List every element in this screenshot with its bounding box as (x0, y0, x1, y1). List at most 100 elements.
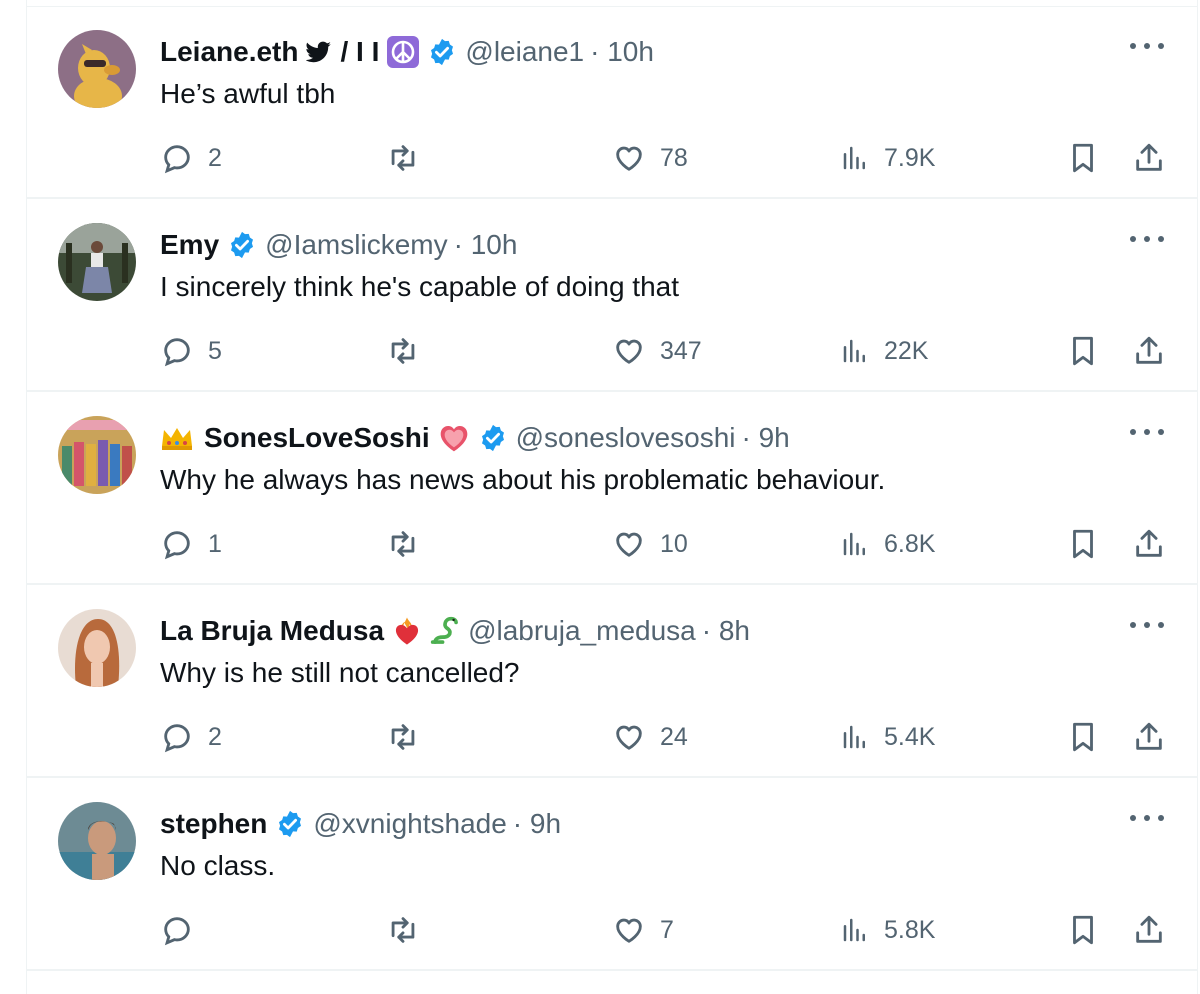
verified-icon (478, 423, 508, 453)
reply-count: 2 (208, 722, 222, 751)
more-options-icon[interactable] (1130, 808, 1164, 828)
like-button[interactable]: 347 (612, 331, 702, 371)
reply-count: 5 (208, 336, 222, 365)
reply-button[interactable]: 2 (160, 717, 222, 757)
retweet-button[interactable] (386, 331, 420, 371)
view-count: 7.9K (884, 143, 936, 172)
snake-icon (430, 615, 460, 647)
handle[interactable]: @labruja_medusa (468, 615, 696, 647)
reply-icon (164, 145, 190, 174)
retweet-icon (391, 338, 415, 364)
tweet[interactable]: Leiane.eth / I I @leiane1 · 10h He’s awf… (26, 6, 1198, 199)
retweet-button[interactable] (386, 524, 420, 564)
display-name[interactable]: La Bruja Medusa (160, 615, 384, 647)
share-button[interactable] (1132, 717, 1166, 757)
reply-button[interactable]: 5 (160, 331, 222, 371)
heart-emoji-icon (438, 423, 470, 453)
share-icon (1136, 722, 1162, 750)
timestamp[interactable]: · 10h (590, 36, 654, 68)
bookmark-button[interactable] (1066, 138, 1100, 178)
views-button[interactable]: 7.9K (840, 138, 935, 178)
reply-button[interactable]: 1 (160, 524, 222, 564)
views-button[interactable]: 22K (840, 331, 928, 371)
tweet[interactable]: La Bruja Medusa @labruja_medusa · 8h Why… (26, 585, 1198, 778)
bookmark-icon (1073, 336, 1093, 366)
display-name[interactable]: stephen (160, 808, 267, 840)
views-button[interactable]: 5.4K (840, 717, 935, 757)
share-button[interactable] (1132, 331, 1166, 371)
more-options-icon[interactable] (1130, 36, 1164, 56)
bookmark-button[interactable] (1066, 524, 1100, 564)
heart-icon (616, 339, 642, 364)
like-button[interactable]: 24 (612, 717, 688, 757)
views-icon (843, 339, 865, 363)
retweet-button[interactable] (386, 910, 420, 950)
like-button[interactable]: 78 (612, 138, 688, 178)
timestamp[interactable]: · 10h (454, 229, 518, 261)
display-name[interactable]: Leiane.eth (160, 36, 298, 68)
reply-icon (164, 917, 190, 946)
reply-button[interactable] (160, 910, 208, 950)
retweet-icon (391, 917, 415, 943)
views-button[interactable]: 5.8K (840, 910, 935, 950)
like-button[interactable]: 7 (612, 910, 674, 950)
avatar-image (58, 609, 136, 687)
avatar[interactable] (58, 223, 136, 301)
bookmark-button[interactable] (1066, 331, 1100, 371)
timestamp[interactable]: · 9h (742, 422, 790, 454)
tweet[interactable]: SonesLoveSoshi @soneslovesoshi · 9h Why … (26, 392, 1198, 585)
heart-icon (616, 918, 642, 943)
reply-button[interactable]: 2 (160, 138, 222, 178)
avatar[interactable] (58, 30, 136, 108)
timestamp[interactable]: · 8h (702, 615, 750, 647)
reply-count: 1 (208, 529, 222, 558)
display-name[interactable]: SonesLoveSoshi (204, 422, 430, 454)
views-icon (843, 532, 865, 556)
retweet-icon (391, 531, 415, 557)
burning-heart-icon (392, 615, 422, 647)
like-count: 10 (660, 529, 688, 558)
timestamp[interactable]: · 9h (513, 808, 561, 840)
tweet[interactable]: stephen @xvnightshade · 9h No class. 7 5… (26, 778, 1198, 971)
heart-icon (616, 725, 642, 750)
avatar[interactable] (58, 416, 136, 494)
views-icon (843, 918, 865, 942)
bookmark-button[interactable] (1066, 717, 1100, 757)
bookmark-icon (1073, 915, 1093, 945)
handle[interactable]: @leiane1 (465, 36, 584, 68)
share-button[interactable] (1132, 910, 1166, 950)
display-name[interactable]: Emy (160, 229, 219, 261)
tweet-text: I sincerely think he's capable of doing … (160, 271, 679, 302)
avatar[interactable] (58, 609, 136, 687)
more-options-icon[interactable] (1130, 422, 1164, 442)
share-button[interactable] (1132, 138, 1166, 178)
view-count: 5.8K (884, 915, 936, 944)
peace-icon (387, 36, 420, 68)
avatar-image (58, 802, 136, 880)
like-button[interactable]: 10 (612, 524, 688, 564)
tweet-text: Why he always has news about his problem… (160, 464, 886, 495)
heart-icon (616, 146, 642, 171)
retweet-button[interactable] (386, 717, 420, 757)
bookmark-icon (1073, 529, 1093, 559)
like-count: 24 (660, 722, 688, 751)
retweet-button[interactable] (386, 138, 420, 178)
reply-icon (164, 338, 190, 367)
more-options-icon[interactable] (1130, 229, 1164, 249)
bookmark-icon (1073, 722, 1093, 752)
views-button[interactable]: 6.8K (840, 524, 935, 564)
tweet[interactable]: Emy @Iamslickemy · 10h I sincerely think… (26, 199, 1198, 392)
like-count: 78 (660, 143, 688, 172)
tweet-header: Emy @Iamslickemy · 10h (160, 227, 517, 263)
bookmark-button[interactable] (1066, 910, 1100, 950)
share-button[interactable] (1132, 524, 1166, 564)
handle[interactable]: @xvnightshade (313, 808, 506, 840)
action-bar: 2 24 5.4K (160, 717, 1170, 757)
avatar[interactable] (58, 802, 136, 880)
view-count: 22K (884, 336, 929, 365)
heart-icon (616, 532, 642, 557)
handle[interactable]: @soneslovesoshi (516, 422, 736, 454)
more-options-icon[interactable] (1130, 615, 1164, 635)
view-count: 5.4K (884, 722, 936, 751)
handle[interactable]: @Iamslickemy (265, 229, 447, 261)
